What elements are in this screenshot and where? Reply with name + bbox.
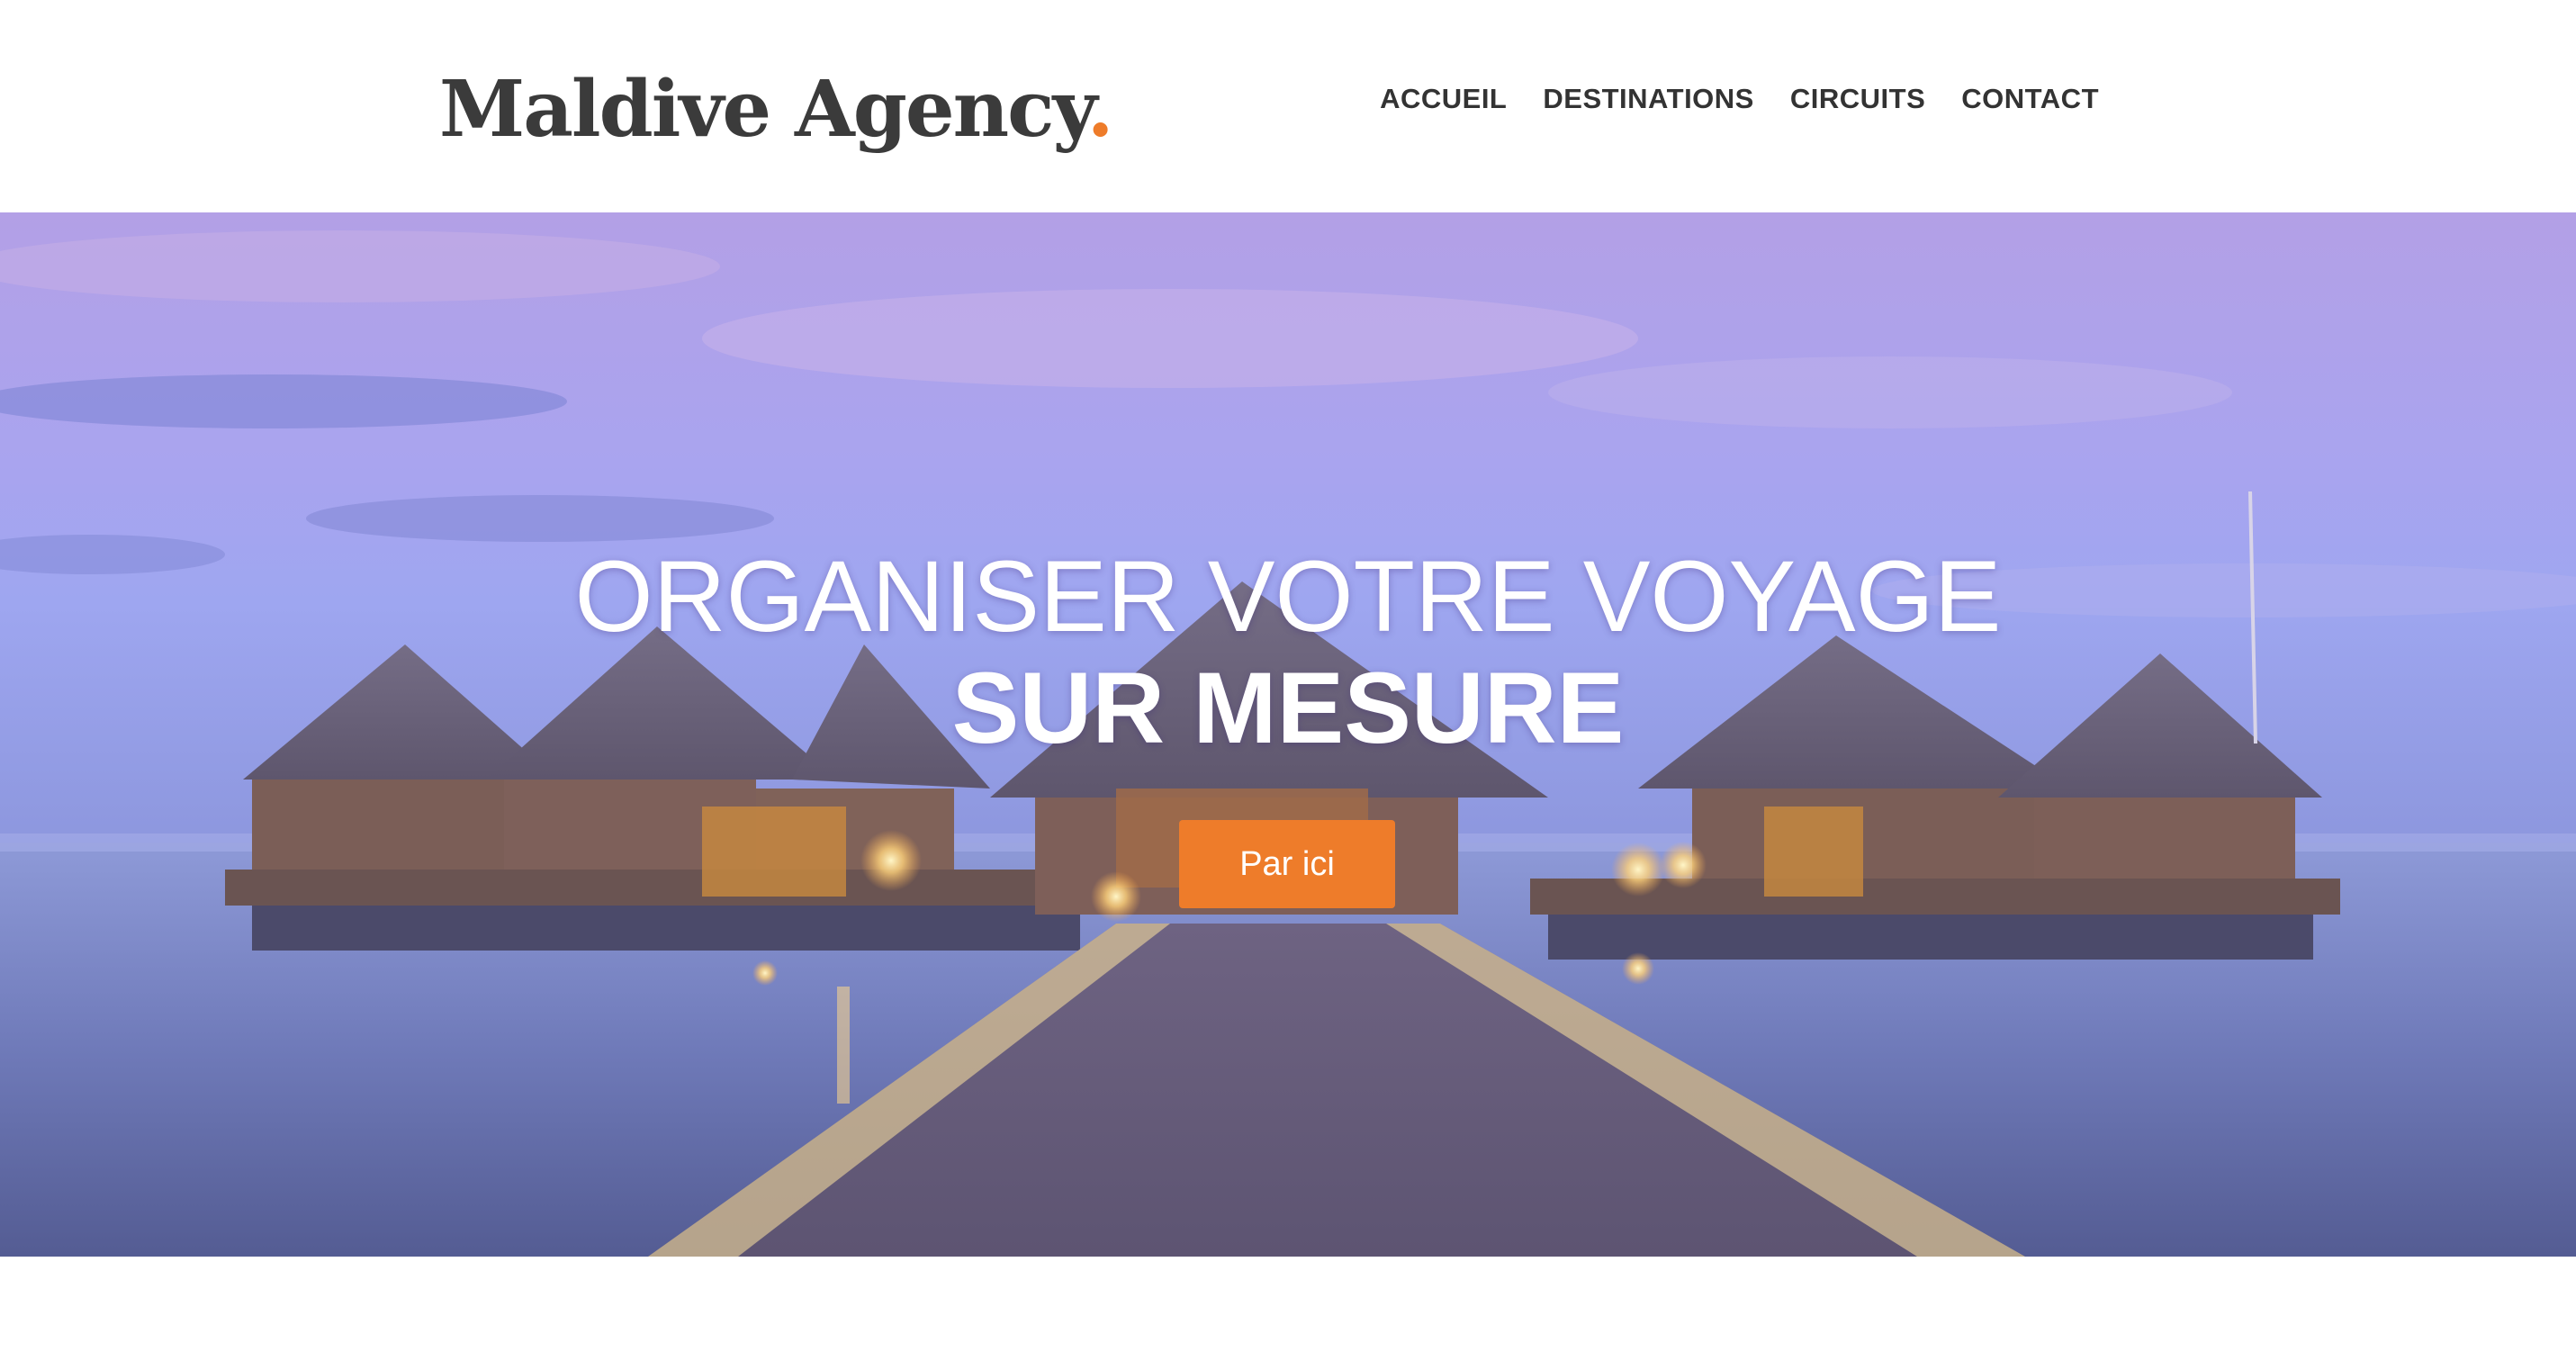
site-header: Maldive Agency. ACCUEIL DESTINATIONS CIR… — [0, 0, 2576, 212]
nav-item-circuits[interactable]: CIRCUITS — [1790, 83, 1925, 115]
hero-banner: ORGANISER VOTRE VOYAGE SUR MESURE Par ic… — [0, 212, 2576, 1257]
hero-title: ORGANISER VOTRE VOYAGE SUR MESURE — [0, 541, 2576, 764]
nav-item-destinations[interactable]: DESTINATIONS — [1543, 83, 1754, 115]
brand-dot: . — [1086, 64, 1114, 155]
below-hero-section — [0, 1257, 2576, 1370]
nav-item-contact[interactable]: CONTACT — [1961, 83, 2099, 115]
main-nav: ACCUEIL DESTINATIONS CIRCUITS CONTACT — [1380, 83, 2099, 115]
brand-logo[interactable]: Maldive Agency. — [439, 56, 1114, 164]
par-ici-button[interactable]: Par ici — [1179, 820, 1395, 908]
brand-name: Maldive Agency — [439, 64, 1089, 155]
hero-title-line2: SUR MESURE — [951, 652, 1625, 765]
hero-title-line1: ORGANISER VOTRE VOYAGE — [574, 540, 2002, 653]
nav-item-accueil[interactable]: ACCUEIL — [1380, 83, 1507, 115]
